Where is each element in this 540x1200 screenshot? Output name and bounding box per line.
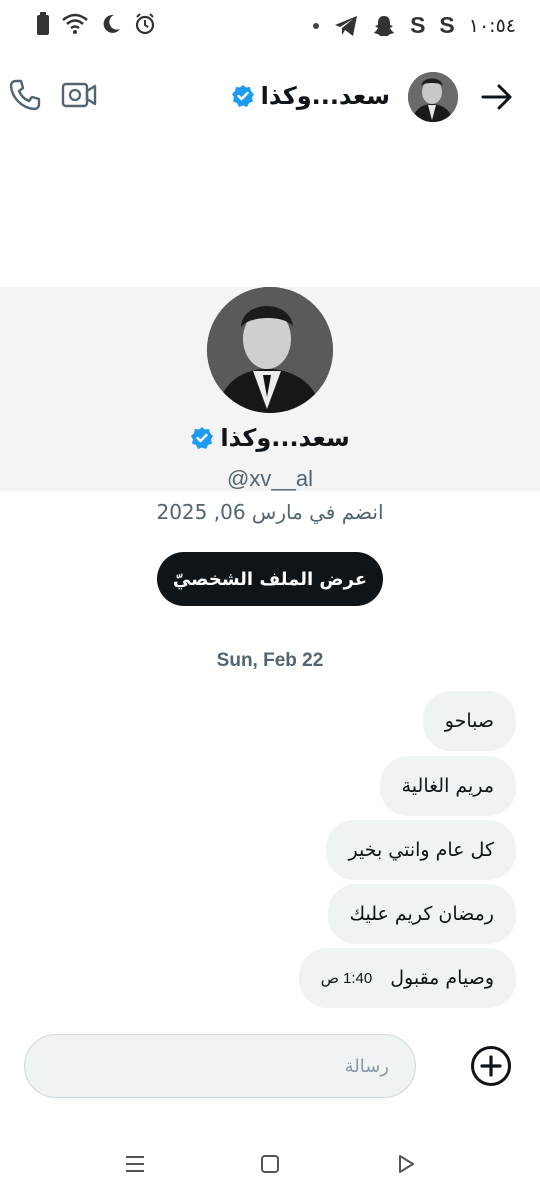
status-right-icons: S S ١٠:٥٤ xyxy=(312,12,516,39)
status-bar: S S ١٠:٥٤ xyxy=(0,0,540,48)
recents-icon[interactable] xyxy=(124,1154,146,1174)
message-bubble[interactable]: كل عام وانتي بخير xyxy=(326,820,516,880)
message-bubble[interactable]: وصيام مقبول 1:40 ص xyxy=(298,948,516,1008)
message-text: وصيام مقبول xyxy=(390,967,494,989)
header-avatar[interactable] xyxy=(408,72,458,122)
telegram-icon xyxy=(335,15,358,36)
profile-name: سعد...وكذا xyxy=(220,424,350,452)
status-left-icons xyxy=(36,12,156,36)
header-title[interactable]: سعد...وكذا xyxy=(231,82,390,110)
wifi-icon xyxy=(62,13,88,34)
phone-icon[interactable] xyxy=(8,78,42,112)
verified-badge-icon xyxy=(191,427,214,449)
snapchat-icon xyxy=(374,15,395,36)
header-name: سعد...وكذا xyxy=(260,82,390,110)
date-separator: Sun, Feb 22 xyxy=(216,650,324,671)
message-input[interactable] xyxy=(25,1035,415,1097)
alarm-icon xyxy=(135,13,155,35)
message-bubble[interactable]: رمضان كريم عليك xyxy=(327,884,516,944)
moon-icon xyxy=(103,14,120,33)
battery-icon xyxy=(37,12,49,35)
message-bubble[interactable]: مريم الغالية xyxy=(379,756,516,816)
profile-avatar[interactable] xyxy=(207,287,333,413)
s-app-icon: S xyxy=(410,12,426,38)
view-profile-button[interactable]: عرض الملف الشخصيّ xyxy=(157,552,383,606)
back-icon[interactable] xyxy=(395,1153,417,1175)
video-call-icon[interactable] xyxy=(60,78,98,112)
message-text: صباحو xyxy=(444,710,494,732)
message-composer[interactable] xyxy=(24,1034,416,1098)
conversation-header: سعد...وكذا xyxy=(0,60,540,132)
profile-name-row: سعد...وكذا xyxy=(0,424,540,452)
profile-joined-date: انضم في مارس 06, 2025 xyxy=(156,500,384,524)
message-bubble[interactable]: صباحو xyxy=(422,691,516,751)
s-app-icon: S xyxy=(439,12,455,38)
home-icon[interactable] xyxy=(259,1153,281,1175)
message-text: رمضان كريم عليك xyxy=(349,903,495,925)
message-timestamp: 1:40 ص xyxy=(320,970,373,987)
status-time: ١٠:٥٤ xyxy=(468,14,516,37)
back-arrow-icon[interactable] xyxy=(480,80,514,114)
dot-icon xyxy=(313,22,320,29)
profile-handle: @xv__al xyxy=(227,466,313,491)
verified-badge-icon xyxy=(231,85,254,107)
message-text: مريم الغالية xyxy=(401,775,494,797)
add-attachment-icon[interactable] xyxy=(470,1045,512,1087)
message-text: كل عام وانتي بخير xyxy=(348,839,494,861)
system-nav-bar xyxy=(0,1140,540,1188)
